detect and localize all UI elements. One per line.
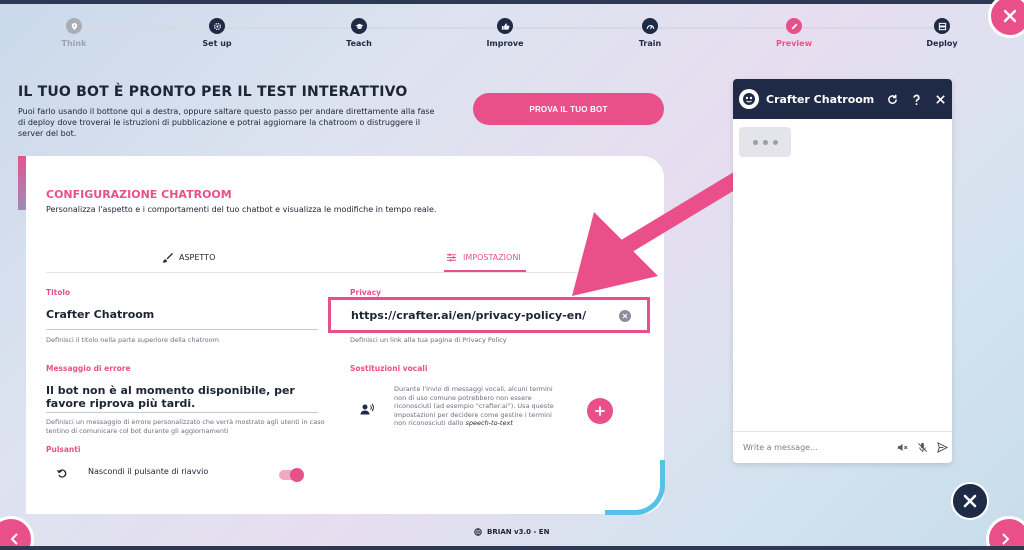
bot-avatar-icon — [739, 89, 759, 109]
vocali-description-em: speech-to-text — [465, 419, 513, 428]
step-setup[interactable]: Set up — [177, 18, 257, 48]
config-subtitle: Personalizza l'aspetto e i comportamenti… — [46, 205, 437, 214]
close-icon — [1003, 9, 1017, 23]
errore-label: Messaggio di errore — [46, 364, 131, 373]
titolo-field[interactable]: Crafter Chatroom — [46, 308, 154, 321]
microphone-button[interactable] — [912, 442, 932, 453]
page-description: Puoi farlo usando il bottone qui a destr… — [18, 107, 435, 138]
close-icon — [963, 494, 977, 508]
pulsanti-label: Pulsanti — [46, 445, 81, 454]
pencil-icon — [786, 18, 802, 34]
step-teach[interactable]: Teach — [319, 18, 399, 48]
tab-impostazioni[interactable]: IMPOSTAZIONI — [446, 252, 521, 263]
progress-stepper: Think Set up Teach Improve Train Preview — [0, 0, 1024, 62]
privacy-hint: Definisci un link alla tua pagina di Pri… — [350, 336, 507, 344]
version-footer: BRIAN v3.0 - EN — [474, 528, 549, 536]
vocali-description: Durante l'invio di messaggi vocali, alcu… — [394, 385, 566, 428]
privacy-value: https://crafter.ai/en/privacy-policy-en/ — [351, 308, 587, 322]
add-substitution-button[interactable] — [587, 398, 613, 424]
step-label: Set up — [202, 39, 232, 48]
refresh-icon — [887, 94, 897, 104]
toggle-knob — [290, 468, 304, 482]
sliders-icon — [446, 253, 457, 262]
location-pin-icon — [66, 18, 82, 34]
step-label: Train — [638, 39, 662, 48]
close-chat-header-button[interactable] — [928, 94, 952, 105]
refresh-chat-button[interactable] — [880, 94, 904, 105]
tabs-divider — [46, 272, 646, 273]
server-icon — [934, 18, 950, 34]
brush-icon — [162, 252, 173, 263]
step-label: Improve — [486, 39, 524, 48]
close-icon — [935, 94, 945, 104]
voice-person-icon — [360, 403, 374, 415]
page-title: IL TUO BOT È PRONTO PER IL TEST INTERATT… — [18, 84, 408, 100]
reset-toggle-label: Nascondi il pulsante di riavvio — [88, 467, 209, 476]
tab-label: IMPOSTAZIONI — [463, 253, 521, 262]
question-mark-icon — [912, 94, 920, 105]
privacy-label: Privacy — [350, 288, 382, 297]
plus-icon — [595, 406, 605, 416]
chat-header: Crafter Chatroom — [733, 79, 952, 119]
step-label: Deploy — [926, 39, 958, 48]
errore-field[interactable]: Il bot non è al momento disponibile, per… — [46, 384, 306, 410]
chat-message-input[interactable] — [743, 443, 892, 452]
chat-title: Crafter Chatroom — [766, 92, 875, 106]
send-icon — [936, 442, 948, 453]
close-preview-button[interactable] — [951, 482, 989, 520]
step-label: Teach — [346, 39, 372, 48]
mute-audio-button[interactable] — [892, 442, 912, 453]
titolo-underline — [46, 329, 318, 330]
tab-label: ASPETTO — [179, 253, 216, 262]
microphone-muted-icon — [917, 442, 927, 453]
chat-preview-widget: Crafter Chatroom — [733, 79, 952, 463]
chat-input-bar — [733, 431, 952, 463]
send-message-button[interactable] — [932, 442, 952, 453]
chatroom-config-card: CONFIGURAZIONE CHATROOM Personalizza l'a… — [26, 156, 664, 514]
gauge-icon — [642, 18, 658, 34]
step-preview[interactable]: Preview — [754, 18, 834, 48]
step-label: Think — [61, 39, 87, 48]
reset-toggle[interactable] — [279, 468, 304, 482]
thumbs-up-icon — [497, 18, 513, 34]
previous-step-button[interactable] — [0, 516, 34, 550]
gear-icon — [209, 18, 225, 34]
errore-underline — [46, 412, 318, 413]
privacy-field[interactable]: https://crafter.ai/en/privacy-policy-en/ — [328, 297, 650, 333]
version-label: BRIAN v3.0 - EN — [487, 528, 550, 536]
titolo-label: Titolo — [46, 288, 71, 297]
globe-icon — [474, 528, 482, 536]
help-chat-button[interactable] — [904, 94, 928, 105]
titolo-hint: Definisci il titolo nella parte superior… — [46, 336, 219, 344]
config-title: CONFIGURAZIONE CHATROOM — [46, 188, 232, 201]
try-bot-button[interactable]: PROVA IL TUO BOT — [473, 93, 664, 125]
tab-aspetto[interactable]: ASPETTO — [162, 252, 215, 263]
step-deploy[interactable]: Deploy — [902, 18, 982, 48]
typing-indicator — [739, 127, 791, 157]
restart-icon — [56, 469, 67, 478]
step-improve[interactable]: Improve — [465, 18, 545, 48]
next-step-button[interactable] — [986, 516, 1024, 550]
clear-field-icon[interactable] — [619, 310, 631, 322]
vocali-label: Sostituzioni vocali — [350, 364, 428, 373]
step-label: Preview — [775, 39, 812, 48]
step-train[interactable]: Train — [610, 18, 690, 48]
chevron-left-icon — [10, 533, 18, 545]
step-think[interactable]: Think — [34, 18, 114, 48]
active-tab-indicator — [444, 270, 526, 272]
speaker-muted-icon — [897, 443, 907, 452]
chevron-right-icon — [1002, 533, 1010, 545]
errore-hint: Definisci un messaggio di errore persona… — [46, 418, 325, 435]
graduation-cap-icon — [351, 18, 367, 34]
window-bottom-border — [0, 546, 1024, 550]
